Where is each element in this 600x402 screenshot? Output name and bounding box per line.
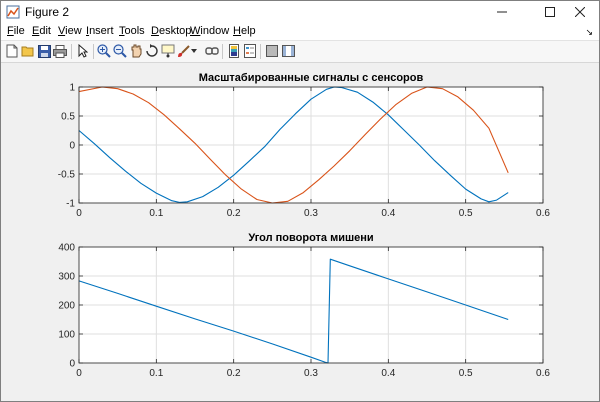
show-plot-tools-icon	[281, 45, 295, 57]
menu-tools[interactable]: Tools	[119, 25, 145, 38]
close-button[interactable]	[561, 1, 599, 23]
x-tick-label: 0.2	[227, 208, 241, 219]
figure-toolbar	[1, 40, 599, 63]
axes-top[interactable]: 0 0.1 0.2 0.3 0.4 0.5 0.6 -1 -0.5 0 0.5 1 Масштабиро…	[1, 63, 599, 401]
x-tick-label: 0.5	[459, 208, 473, 219]
hide-plot-tools-button[interactable]	[265, 44, 279, 58]
toolbar-separator	[260, 44, 261, 59]
x-tick-label: 0	[76, 208, 82, 219]
brush-dropdown-button[interactable]	[190, 44, 198, 58]
link-plot-button[interactable]	[205, 44, 219, 58]
menu-desktop[interactable]: Desktop	[151, 25, 191, 38]
open-file-button[interactable]	[21, 44, 35, 58]
x-tick-label: 0.1	[149, 208, 163, 219]
menu-bar: File Edit View Insert Tools Desktop Wind…	[1, 23, 599, 40]
menu-insert[interactable]: Insert	[86, 25, 114, 38]
y-tick-label: 1	[69, 83, 75, 94]
minimize-button[interactable]	[483, 1, 521, 23]
x-tick-label: 0.3	[304, 368, 318, 379]
open-file-icon	[21, 46, 34, 57]
brush-button[interactable]	[177, 44, 191, 58]
toolbar-separator	[93, 44, 94, 59]
axes-title-top: Масштабированные сигналы с сенсоров	[199, 72, 424, 84]
x-tick-label: 0	[76, 368, 82, 379]
pan-icon	[131, 44, 142, 58]
hide-plot-tools-icon	[266, 45, 278, 57]
menu-view[interactable]: View	[58, 25, 82, 38]
zoom-in-icon	[97, 44, 111, 58]
rotate-icon	[146, 44, 158, 57]
y-tick-label: 400	[58, 243, 75, 254]
insert-colorbar-icon	[229, 44, 239, 58]
y-tick-label: 0.5	[61, 112, 75, 123]
toolbar-separator	[222, 44, 223, 59]
save-icon	[37, 44, 51, 58]
select-arrow-button[interactable]	[76, 44, 90, 58]
menu-window[interactable]: Window	[190, 25, 229, 38]
zoom-out-button[interactable]	[113, 44, 127, 58]
x-tick-label: 0.2	[227, 368, 241, 379]
y-tick-label: -1	[66, 199, 75, 210]
dock-figure-icon[interactable]: ↘	[585, 27, 593, 38]
insert-legend-button[interactable]	[243, 44, 257, 58]
brush-dropdown-icon	[191, 49, 197, 53]
print-button[interactable]	[53, 44, 67, 58]
link-plot-icon	[205, 47, 219, 55]
axes-title-bottom: Угол поворота мишени	[248, 232, 373, 244]
close-icon	[575, 7, 585, 17]
save-button[interactable]	[37, 44, 51, 58]
zoom-out-icon	[113, 44, 127, 58]
window-title: Figure 2	[25, 5, 70, 19]
x-tick-label: 0.3	[304, 208, 318, 219]
brush-icon	[178, 45, 190, 57]
new-figure-icon	[6, 44, 18, 58]
y-tick-label: 0	[69, 141, 75, 152]
menu-edit[interactable]: Edit	[32, 25, 51, 38]
insert-legend-icon	[244, 44, 256, 58]
y-tick-label: 300	[58, 272, 75, 283]
data-cursor-button[interactable]	[161, 44, 175, 58]
zoom-in-button[interactable]	[97, 44, 111, 58]
title-bar[interactable]: Figure 2	[1, 1, 599, 23]
x-tick-label: 0.4	[381, 208, 395, 219]
x-tick-label: 0.6	[536, 368, 550, 379]
matlab-figure-icon	[6, 5, 20, 19]
insert-colorbar-button[interactable]	[227, 44, 241, 58]
show-plot-tools-button[interactable]	[281, 44, 295, 58]
maximize-icon	[545, 7, 555, 17]
x-tick-label: 0.5	[459, 368, 473, 379]
y-tick-label: -0.5	[58, 170, 76, 181]
x-tick-label: 0.1	[149, 368, 163, 379]
menu-help[interactable]: Help	[233, 25, 256, 38]
x-tick-label: 0.4	[381, 368, 395, 379]
rotate-3d-button[interactable]	[145, 44, 159, 58]
pan-button[interactable]	[129, 44, 143, 58]
y-tick-label: 200	[58, 301, 75, 312]
menu-file[interactable]: File	[7, 25, 25, 38]
data-cursor-icon	[161, 44, 175, 58]
print-icon	[53, 44, 67, 58]
figure-window: Figure 2 File Edit View Insert Tools Des…	[0, 0, 600, 402]
minimize-icon	[497, 11, 507, 13]
y-tick-label: 0	[69, 359, 75, 370]
select-arrow-icon	[78, 44, 88, 58]
toolbar-separator	[71, 44, 72, 59]
new-figure-button[interactable]	[5, 44, 19, 58]
figure-canvas[interactable]: 0 0.1 0.2 0.3 0.4 0.5 0.6 -1 -0.5 0 0.5 1 Масштабиро…	[1, 63, 599, 401]
x-tick-label: 0.6	[536, 208, 550, 219]
y-tick-label: 100	[58, 330, 75, 341]
